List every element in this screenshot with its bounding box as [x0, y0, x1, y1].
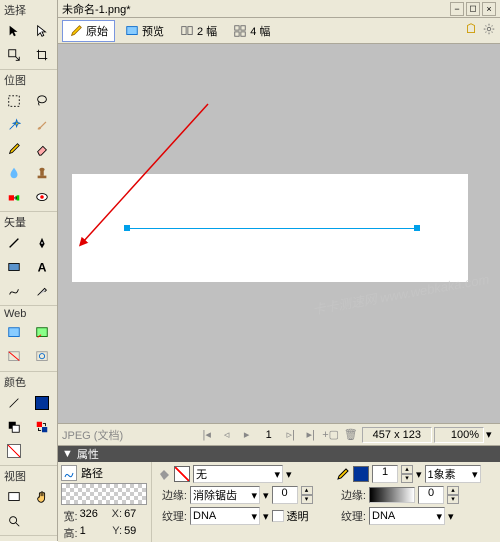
edge2-spinner[interactable]: ▴▾	[447, 486, 459, 504]
group-web-label: Web	[0, 306, 57, 321]
rectangle-tool[interactable]	[1, 256, 27, 278]
texture2-select[interactable]: DNA▾	[369, 507, 445, 525]
edge-slider[interactable]	[369, 487, 415, 503]
group-select-label: 选择	[0, 0, 57, 19]
slice-tool[interactable]	[29, 322, 55, 344]
pen-tool[interactable]	[29, 232, 55, 254]
tab-original[interactable]: 原始	[62, 20, 115, 42]
hand-tool[interactable]	[29, 486, 55, 508]
minimize-button[interactable]: −	[450, 2, 464, 16]
fill-bucket-icon	[157, 467, 171, 481]
canvas[interactable]	[72, 174, 468, 282]
crop-tool[interactable]	[29, 44, 55, 66]
subselect-tool[interactable]	[29, 20, 55, 42]
next-page-button[interactable]: ▹|	[282, 426, 300, 444]
stroke-width[interactable]: 1	[372, 465, 398, 483]
document-title: 未命名-1.png*	[62, 1, 448, 17]
add-page-button[interactable]: +▢	[322, 426, 340, 444]
line-handle-left[interactable]	[124, 225, 130, 231]
red-eye-tool[interactable]	[29, 186, 55, 208]
stroke-style-select[interactable]: 1象素▾	[425, 465, 481, 483]
pencil-tool[interactable]	[1, 138, 27, 160]
thumbnail	[61, 483, 147, 505]
export-icon[interactable]	[464, 22, 478, 39]
zoom-dropdown[interactable]: ▾	[486, 428, 496, 441]
height-value[interactable]: 1	[80, 525, 104, 541]
transparent-checkbox[interactable]	[272, 510, 284, 522]
tab-4up[interactable]: 4 幅	[227, 21, 276, 41]
swap-colors[interactable]	[29, 416, 55, 438]
stroke-width-spinner[interactable]: ▴▾	[401, 465, 413, 483]
freeform-tool[interactable]	[1, 280, 27, 302]
line-tool[interactable]	[1, 232, 27, 254]
prev-page-button[interactable]: ◃	[218, 426, 236, 444]
blur-tool[interactable]	[1, 162, 27, 184]
fill-options-dropdown[interactable]: ▾	[286, 468, 292, 481]
fill-type-select[interactable]: 无▾	[193, 465, 283, 483]
drawn-line[interactable]	[127, 228, 417, 229]
group-bitmap-label: 位图	[0, 70, 57, 89]
hotspot-tool[interactable]	[1, 322, 27, 344]
canvas-dimensions: 457 x 123	[362, 427, 432, 443]
line-handle-right[interactable]	[414, 225, 420, 231]
group-vector-label: 矢量	[0, 212, 57, 231]
delete-page-button[interactable]: 🗑	[342, 426, 360, 444]
knife-tool[interactable]	[29, 280, 55, 302]
view-tabs: 原始 预览 2 幅 4 幅	[58, 18, 500, 44]
edge-select[interactable]: 消除锯齿▾	[190, 486, 260, 504]
stamp-tool[interactable]	[29, 162, 55, 184]
eraser-tool[interactable]	[29, 138, 55, 160]
tab-preview[interactable]: 预览	[119, 21, 170, 41]
path-icon	[61, 465, 77, 481]
play-button[interactable]: ▸	[238, 426, 256, 444]
texture-select[interactable]: DNA▾	[190, 507, 260, 525]
tab-2up[interactable]: 2 幅	[174, 21, 223, 41]
canvas-area[interactable]: 卡卡测速网 www.webkaka.com	[58, 44, 500, 423]
tool-palette: 选择 位图	[0, 0, 58, 541]
format-label: JPEG (文档)	[62, 427, 196, 443]
stroke-color-swatch[interactable]	[1, 392, 27, 414]
status-bar: JPEG (文档) |◂ ◃ ▸ 1 ▹| ▸| +▢ 🗑 457 x 123 …	[58, 423, 500, 445]
zoom-tool[interactable]	[1, 510, 27, 532]
default-colors[interactable]	[1, 416, 27, 438]
document-title-bar: 未命名-1.png* − ◻ ×	[58, 0, 500, 18]
svg-text:A: A	[38, 260, 47, 274]
close-button[interactable]: ×	[482, 2, 496, 16]
no-color[interactable]	[1, 440, 27, 462]
collapse-icon[interactable]: ▼	[62, 448, 73, 460]
zoom-level[interactable]: 100%	[434, 427, 484, 443]
fill-swatch[interactable]	[174, 466, 190, 482]
edge-spinner[interactable]: ▴▾	[301, 486, 313, 504]
properties-header[interactable]: ▼属性	[58, 446, 500, 462]
object-type: 路径	[81, 465, 103, 481]
screen-mode-tool[interactable]	[1, 486, 27, 508]
hide-slices-tool[interactable]	[1, 346, 27, 368]
replace-color-tool[interactable]	[1, 186, 27, 208]
edge-value[interactable]: 0	[272, 486, 298, 504]
pointer-tool[interactable]	[1, 20, 27, 42]
width-value[interactable]: 326	[80, 508, 104, 524]
scale-tool[interactable]	[1, 44, 27, 66]
first-page-button[interactable]: |◂	[198, 426, 216, 444]
fill-color-swatch[interactable]	[29, 392, 55, 414]
page-number[interactable]: 1	[258, 429, 280, 441]
edge2-value[interactable]: 0	[418, 486, 444, 504]
y-value[interactable]: 59	[124, 525, 148, 541]
magic-wand-tool[interactable]	[1, 114, 27, 136]
brush-tool[interactable]	[29, 114, 55, 136]
text-tool[interactable]: A	[29, 256, 55, 278]
last-page-button[interactable]: ▸|	[302, 426, 320, 444]
group-color-label: 颜色	[0, 372, 57, 391]
options-icon[interactable]	[482, 22, 496, 39]
restore-button[interactable]: ◻	[466, 2, 480, 16]
x-value[interactable]: 67	[124, 508, 148, 524]
stroke-swatch[interactable]	[353, 466, 369, 482]
lasso-tool[interactable]	[29, 90, 55, 112]
show-slices-tool[interactable]	[29, 346, 55, 368]
stroke-pencil-icon	[336, 467, 350, 481]
marquee-tool[interactable]	[1, 90, 27, 112]
group-view-label: 视图	[0, 466, 57, 485]
